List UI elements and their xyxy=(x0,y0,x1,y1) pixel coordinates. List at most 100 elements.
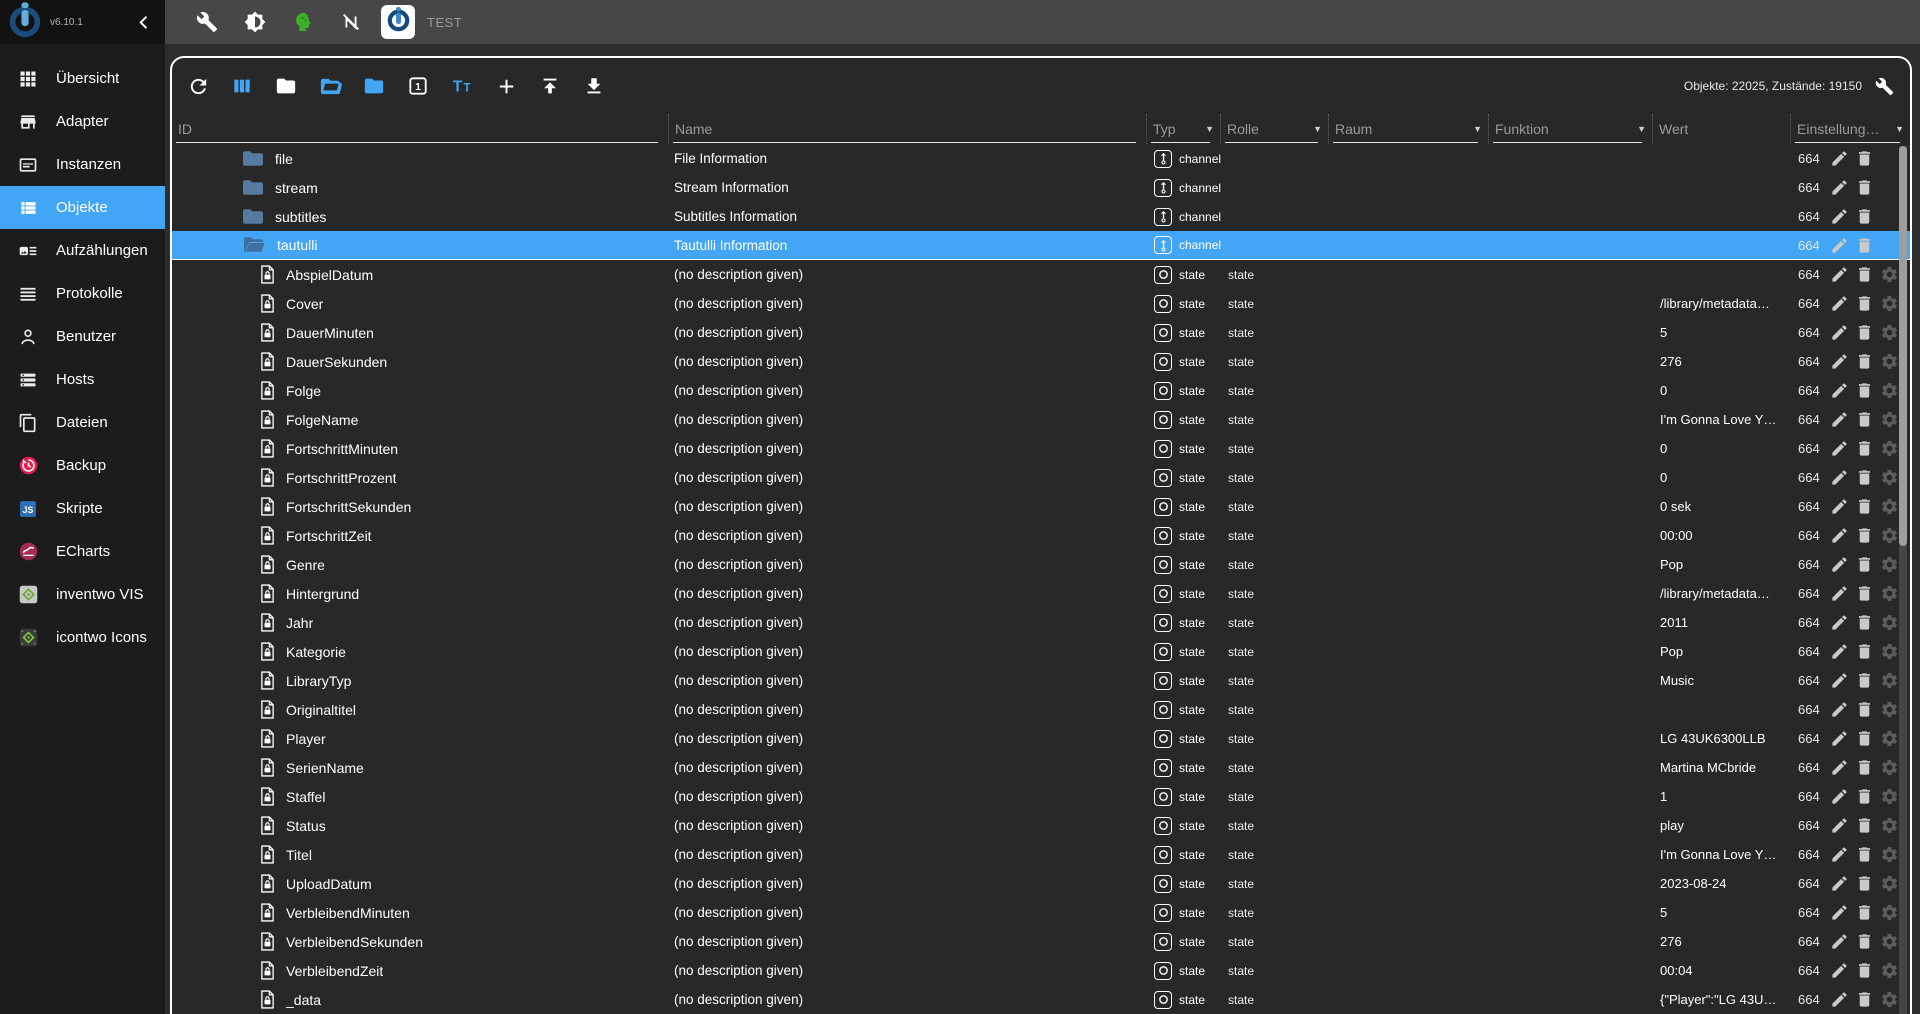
object-row-kategorie[interactable]: Kategorie (no description given) state stat… xyxy=(172,637,1910,666)
delete-icon[interactable] xyxy=(1855,410,1874,429)
sidebar-item-echarts[interactable]: ECharts xyxy=(0,530,165,573)
folder-row-icon[interactable] xyxy=(242,179,264,197)
object-row-player[interactable]: Player (no description given) state state LG… xyxy=(172,724,1910,753)
delete-icon[interactable] xyxy=(1855,874,1874,893)
delete-icon[interactable] xyxy=(1855,381,1874,400)
object-row-tautulli[interactable]: tautulli Tautulli Information channel 664 xyxy=(172,231,1910,260)
edit-icon[interactable] xyxy=(1830,236,1849,255)
object-row-fortschrittminuten[interactable]: FortschrittMinuten (no description given)… xyxy=(172,434,1910,463)
settings-icon[interactable] xyxy=(1880,903,1899,922)
edit-icon[interactable] xyxy=(1830,700,1849,719)
sidebar-item-skripte[interactable]: JS Skripte xyxy=(0,487,165,530)
settings-icon[interactable] xyxy=(1880,932,1899,951)
add-object-icon[interactable] xyxy=(494,74,518,98)
sidebar-item-backup[interactable]: Backup xyxy=(0,444,165,487)
theme-icon[interactable] xyxy=(243,10,267,34)
sidebar-item-instanzen[interactable]: Instanzen xyxy=(0,143,165,186)
download-icon[interactable] xyxy=(582,74,606,98)
column-header-raum[interactable]: Raum ▼ xyxy=(1328,114,1488,144)
object-row-librarytyp[interactable]: LibraryTyp (no description given) state sta… xyxy=(172,666,1910,695)
edit-icon[interactable] xyxy=(1830,207,1849,226)
filter-dropdown-icon[interactable]: ▼ xyxy=(1309,124,1322,134)
delete-icon[interactable] xyxy=(1855,903,1874,922)
wrench-icon[interactable] xyxy=(195,10,219,34)
object-row-abspieldatum[interactable]: AbspielDatum (no description given) state s… xyxy=(172,260,1910,289)
sync-off-icon[interactable] xyxy=(339,10,363,34)
edit-icon[interactable] xyxy=(1830,642,1849,661)
column-settings-wrench-icon[interactable] xyxy=(1872,74,1896,98)
delete-icon[interactable] xyxy=(1855,816,1874,835)
settings-icon[interactable] xyxy=(1880,381,1899,400)
edit-icon[interactable] xyxy=(1830,381,1849,400)
edit-icon[interactable] xyxy=(1830,990,1849,1009)
object-row-verbleibendzeit[interactable]: VerbleibendZeit (no description given) sta… xyxy=(172,956,1910,985)
edit-icon[interactable] xyxy=(1830,845,1849,864)
edit-icon[interactable] xyxy=(1830,932,1849,951)
edit-icon[interactable] xyxy=(1830,178,1849,197)
settings-icon[interactable] xyxy=(1880,613,1899,632)
open-folders-icon[interactable] xyxy=(318,74,342,98)
settings-icon[interactable] xyxy=(1880,642,1899,661)
sidebar-item-aufz-hlungen[interactable]: Aufzählungen xyxy=(0,229,165,272)
expert-mode-icon[interactable] xyxy=(291,10,315,34)
edit-icon[interactable] xyxy=(1830,265,1849,284)
settings-icon[interactable] xyxy=(1880,410,1899,429)
delete-icon[interactable] xyxy=(1855,671,1874,690)
collapse-sidebar-icon[interactable] xyxy=(135,13,153,31)
filter-dropdown-icon[interactable]: ▼ xyxy=(1633,124,1646,134)
filter-dropdown-icon[interactable]: ▼ xyxy=(1201,124,1214,134)
filter-dropdown-icon[interactable]: ▼ xyxy=(1891,124,1904,134)
object-row-originaltitel[interactable]: Originaltitel (no description given) state… xyxy=(172,695,1910,724)
edit-icon[interactable] xyxy=(1830,149,1849,168)
settings-icon[interactable] xyxy=(1880,323,1899,342)
settings-icon[interactable] xyxy=(1880,439,1899,458)
settings-icon[interactable] xyxy=(1880,990,1899,1009)
settings-icon[interactable] xyxy=(1880,816,1899,835)
edit-icon[interactable] xyxy=(1830,584,1849,603)
edit-icon[interactable] xyxy=(1830,729,1849,748)
delete-icon[interactable] xyxy=(1855,729,1874,748)
object-row-uploaddatum[interactable]: UploadDatum (no description given) state st… xyxy=(172,869,1910,898)
object-row-stream[interactable]: stream Stream Information channel 664 xyxy=(172,173,1910,202)
object-row-verbleibendminuten[interactable]: VerbleibendMinuten (no description given)… xyxy=(172,898,1910,927)
object-row-fortschrittprozent[interactable]: FortschrittProzent (no description given)… xyxy=(172,463,1910,492)
edit-icon[interactable] xyxy=(1830,555,1849,574)
delete-icon[interactable] xyxy=(1855,990,1874,1009)
object-row-fortschrittzeit[interactable]: FortschrittZeit (no description given) sta… xyxy=(172,521,1910,550)
column-header-rolle[interactable]: Rolle ▼ xyxy=(1220,114,1328,144)
object-row-folgename[interactable]: FolgeName (no description given) state stat… xyxy=(172,405,1910,434)
settings-icon[interactable] xyxy=(1880,961,1899,980)
object-row-file[interactable]: file File Information channel 664 xyxy=(172,144,1910,173)
delete-icon[interactable] xyxy=(1855,207,1874,226)
settings-icon[interactable] xyxy=(1880,497,1899,516)
expand-folders-icon[interactable] xyxy=(362,74,386,98)
object-row-dauerminuten[interactable]: DauerMinuten (no description given) state s… xyxy=(172,318,1910,347)
edit-icon[interactable] xyxy=(1830,671,1849,690)
edit-icon[interactable] xyxy=(1830,294,1849,313)
settings-icon[interactable] xyxy=(1880,671,1899,690)
delete-icon[interactable] xyxy=(1855,265,1874,284)
folder-open-row-icon[interactable] xyxy=(242,236,266,254)
folder-row-icon[interactable] xyxy=(242,208,264,226)
sidebar-item-objekte[interactable]: Objekte xyxy=(0,186,165,229)
filter-dropdown-icon[interactable]: ▼ xyxy=(1469,124,1482,134)
edit-icon[interactable] xyxy=(1830,323,1849,342)
sidebar-item-benutzer[interactable]: Benutzer xyxy=(0,315,165,358)
active-tab-chip[interactable] xyxy=(381,5,415,39)
collapse-folders-icon[interactable] xyxy=(274,74,298,98)
object-row-cover[interactable]: Cover (no description given) state state/li… xyxy=(172,289,1910,318)
settings-icon[interactable] xyxy=(1880,787,1899,806)
edit-icon[interactable] xyxy=(1830,613,1849,632)
sidebar-item-inventwo-vis[interactable]: inventwo VIS xyxy=(0,573,165,616)
edit-icon[interactable] xyxy=(1830,410,1849,429)
object-row-hintergrund[interactable]: Hintergrund (no description given) state st… xyxy=(172,579,1910,608)
delete-icon[interactable] xyxy=(1855,352,1874,371)
delete-icon[interactable] xyxy=(1855,439,1874,458)
settings-icon[interactable] xyxy=(1880,468,1899,487)
delete-icon[interactable] xyxy=(1855,294,1874,313)
delete-icon[interactable] xyxy=(1855,787,1874,806)
view-columns-icon[interactable] xyxy=(230,74,254,98)
object-row-fortschrittsekunden[interactable]: FortschrittSekunden (no description given… xyxy=(172,492,1910,521)
column-header-typ[interactable]: Typ ▼ xyxy=(1146,114,1220,144)
settings-icon[interactable] xyxy=(1880,845,1899,864)
